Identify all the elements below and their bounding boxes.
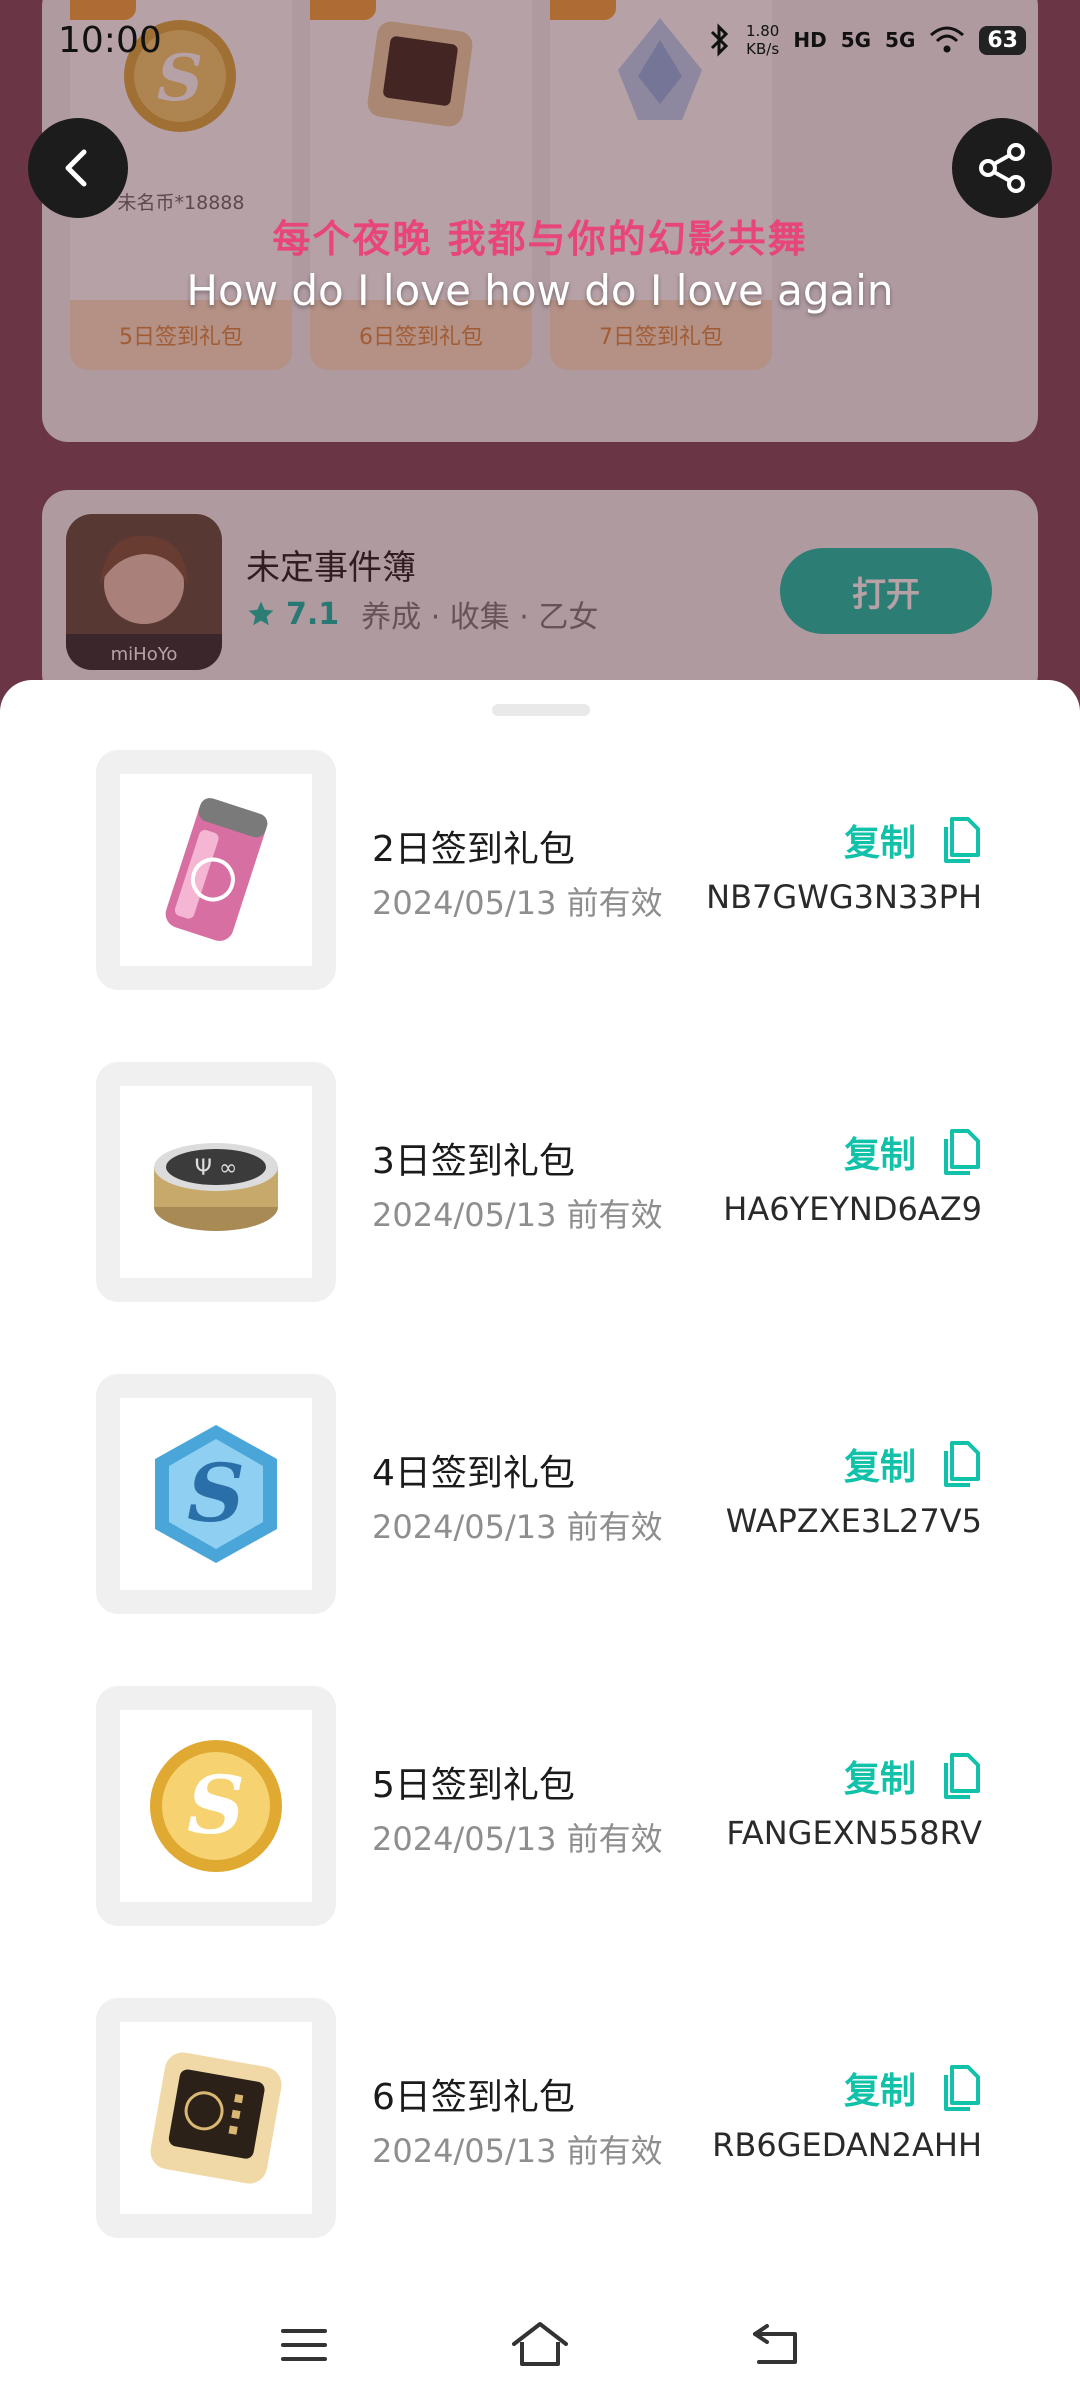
status-bar: 10:00 1.80 KB/s HD 5G 5G 63 <box>0 0 1080 80</box>
gift-name: 4日签到礼包 <box>372 1453 575 1494</box>
signal-5g-icon: 5G <box>840 28 872 52</box>
gift-expiry: 2024/05/13 前有效 <box>372 1508 663 1546</box>
gold-chip-icon <box>150 2052 282 2184</box>
menu-button[interactable] <box>271 2312 337 2378</box>
gift-expiry: 2024/05/13 前有效 <box>372 1196 663 1234</box>
svg-text:S: S <box>187 1446 245 1540</box>
gift-row: Ψ ∞ 3日签到礼包 2024/05/13 前有效 复制 HA6YEYND6AZ… <box>0 1062 1080 1302</box>
gift-row: 6日签到礼包 2024/05/13 前有效 复制 RB6GEDAN2AHH <box>0 1998 1080 2238</box>
gift-code: FANGEXN558RV <box>726 1814 982 1852</box>
gift-code: WAPZXE3L27V5 <box>725 1502 982 1540</box>
menu-icon <box>281 2329 327 2361</box>
copy-label[interactable]: 复制 <box>844 1750 916 1802</box>
copy-icon[interactable] <box>938 2063 982 2113</box>
copy-label[interactable]: 复制 <box>844 1126 916 1178</box>
lyric-line-english: How do I love how do I love again <box>186 266 894 315</box>
copy-button[interactable]: 复制 <box>844 2062 982 2114</box>
status-time: 10:00 <box>58 19 162 61</box>
back-button[interactable] <box>28 118 128 218</box>
return-icon <box>753 2324 797 2364</box>
gift-code-sheet: 2日签到礼包 2024/05/13 前有效 复制 NB7GWG3N33PH Ψ … <box>0 680 1080 2400</box>
gift-row: 2日签到礼包 2024/05/13 前有效 复制 NB7GWG3N33PH <box>0 750 1080 990</box>
back-nav-button[interactable] <box>743 2312 809 2378</box>
gift-code: NB7GWG3N33PH <box>706 878 982 916</box>
pink-canister-icon <box>165 798 268 941</box>
bluetooth-icon <box>710 23 729 57</box>
gift-code: RB6GEDAN2AHH <box>712 2126 982 2164</box>
gift-thumbnail <box>96 750 336 990</box>
gift-thumbnail: S <box>96 1374 336 1614</box>
gift-row: S 4日签到礼包 2024/05/13 前有效 复制 WAPZXE3L27V5 <box>0 1374 1080 1614</box>
gift-row: S 5日签到礼包 2024/05/13 前有效 复制 FANGEXN558RV <box>0 1686 1080 1926</box>
system-nav-bar <box>0 2290 1080 2400</box>
wifi-icon <box>930 26 965 53</box>
hd-icon: HD <box>793 28 827 52</box>
copy-label[interactable]: 复制 <box>844 814 916 866</box>
copy-button[interactable]: 复制 <box>844 814 982 866</box>
signal-5g-icon-2: 5G <box>885 28 916 52</box>
copy-icon[interactable] <box>938 1127 982 1177</box>
gift-name: 6日签到礼包 <box>372 2077 575 2118</box>
copy-icon[interactable] <box>938 1751 982 1801</box>
gold-coin-icon: S <box>150 1740 282 1872</box>
gift-expiry: 2024/05/13 前有效 <box>372 884 663 922</box>
gift-name: 2日签到礼包 <box>372 829 575 870</box>
gift-name: 5日签到礼包 <box>372 1765 575 1806</box>
screen: S 未名币*18888 5日签到礼包 6日签到礼包 7日签到礼包 miHoYo <box>0 0 1080 2400</box>
copy-button[interactable]: 复制 <box>844 1438 982 1490</box>
gift-thumbnail <box>96 1998 336 2238</box>
gift-thumbnail: Ψ ∞ <box>96 1062 336 1302</box>
sheet-drag-handle[interactable] <box>492 704 590 716</box>
share-button[interactable] <box>952 118 1052 218</box>
battery-icon: 63 <box>979 25 1026 55</box>
copy-icon[interactable] <box>938 1439 982 1489</box>
gift-code: HA6YEYND6AZ9 <box>723 1190 982 1228</box>
gift-expiry: 2024/05/13 前有效 <box>372 2132 663 2170</box>
share-icon <box>979 143 1025 193</box>
copy-icon[interactable] <box>938 815 982 865</box>
svg-text:S: S <box>187 1758 245 1852</box>
home-button[interactable] <box>507 2312 573 2378</box>
copy-button[interactable]: 复制 <box>844 1750 982 1802</box>
gift-name: 3日签到礼包 <box>372 1141 575 1182</box>
svg-text:Ψ ∞: Ψ ∞ <box>195 1156 238 1181</box>
chevron-left-icon <box>65 149 87 187</box>
copy-label[interactable]: 复制 <box>844 1438 916 1490</box>
copy-label[interactable]: 复制 <box>844 2062 916 2114</box>
blue-hexagon-coin-icon: S <box>155 1425 277 1563</box>
home-icon <box>512 2322 568 2366</box>
tin-can-icon: Ψ ∞ <box>154 1143 278 1231</box>
dim-overlay[interactable] <box>0 0 1080 700</box>
network-speed: 1.80 KB/s <box>745 22 780 58</box>
copy-button[interactable]: 复制 <box>844 1126 982 1178</box>
status-icons: 1.80 KB/s HD 5G 5G 63 <box>706 22 1026 58</box>
lyric-line-chinese: 每个夜晚 我都与你的幻影共舞 <box>272 217 808 261</box>
gift-expiry: 2024/05/13 前有效 <box>372 1820 663 1858</box>
gift-thumbnail: S <box>96 1686 336 1926</box>
